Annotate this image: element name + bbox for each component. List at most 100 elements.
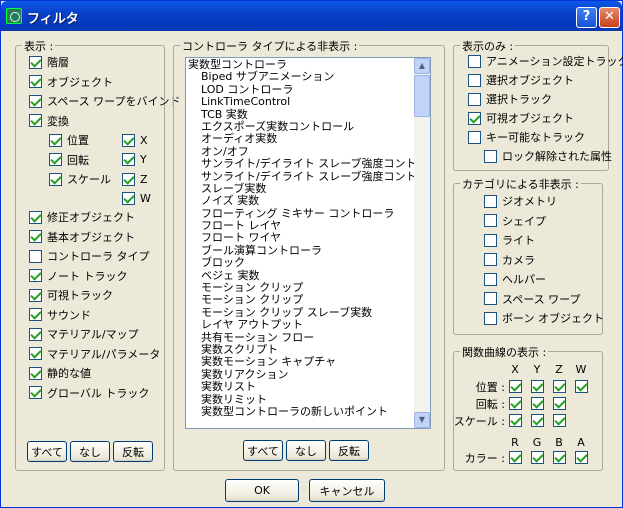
show-only-item-3[interactable]: 可視オブジェクト [468,110,574,126]
controller-list-item[interactable]: Biped サブアニメーション [186,70,415,83]
show-item2-7-checkbox[interactable] [29,347,42,360]
hide-invert-button[interactable]: 反転 [329,440,369,461]
controller-list-item[interactable]: 実数モーション キャプチャ [186,355,415,368]
scroll-thumb[interactable] [414,75,430,117]
fc-check-0-0[interactable] [509,380,522,393]
fc-check-2-0[interactable] [509,414,522,427]
fc-check-0-1[interactable] [531,380,544,393]
controller-list-item[interactable]: ノイズ 実数 [186,194,415,207]
show-none-button[interactable]: なし [70,441,110,462]
fc-check-2-2[interactable] [553,414,566,427]
category-item-1-checkbox[interactable] [484,214,497,227]
show-item2-2-checkbox[interactable] [29,249,42,263]
show-item-0-checkbox[interactable] [29,55,42,69]
show-only-item-0[interactable]: アニメーション設定トラック [468,53,623,69]
show-only-item-0-checkbox[interactable] [468,54,481,68]
show-item2-6-checkbox[interactable] [29,327,42,341]
category-item-4-checkbox[interactable] [484,272,497,286]
axis-w[interactable]: W [122,191,151,207]
axis-y[interactable]: Y [122,152,147,168]
show-all-button[interactable]: すべて [27,441,67,462]
help-button[interactable]: ? [576,7,597,28]
show-item-1[interactable]: オブジェクト [29,74,113,90]
scroll-down-button[interactable]: ▼ [414,412,430,428]
controller-list-item[interactable]: 実数リスト [186,380,415,393]
show-item2-5-checkbox[interactable] [29,308,42,321]
show-item2-4-checkbox[interactable] [29,288,42,302]
show-only-item-4-checkbox[interactable] [468,130,481,144]
axis-y-checkbox[interactable] [122,153,135,166]
category-item-5-checkbox[interactable] [484,292,497,305]
controller-list-item[interactable]: レイヤ アウトプット [186,318,415,331]
fc-color-check-0[interactable] [509,451,522,464]
show-item2-0[interactable]: 修正オブジェクト [29,209,135,225]
fc-check-0-2[interactable] [553,380,566,393]
category-item-1[interactable]: シェイプ [484,213,546,229]
show-item-2[interactable]: スペース ワープをバインド [29,93,181,109]
ok-button[interactable]: OK [225,479,299,502]
show-item-1-checkbox[interactable] [29,75,42,88]
category-item-0[interactable]: ジオメトリ [484,193,557,209]
transform-item-1[interactable]: 回転 [49,152,89,168]
show-only-item-3-checkbox[interactable] [468,111,481,125]
controller-list-item[interactable]: サンライト/デイライト スレーブ強度コントローラ [186,157,430,170]
transform-item-2[interactable]: スケール [49,171,111,187]
cancel-button[interactable]: キャンセル [309,479,385,502]
transform-item-2-checkbox[interactable] [49,172,62,186]
show-item2-0-checkbox[interactable] [29,210,42,224]
controller-list-item[interactable]: ブロック [186,256,415,269]
fc-check-0-3[interactable] [575,380,588,393]
transform-item-0-checkbox[interactable] [49,133,62,147]
axis-w-checkbox[interactable] [122,192,135,205]
fc-check-1-2[interactable] [553,397,566,410]
category-item-0-checkbox[interactable] [484,194,497,208]
show-item-2-checkbox[interactable] [29,94,42,108]
axis-z[interactable]: Z [122,171,148,187]
show-only-item-1[interactable]: 選択オブジェクト [468,72,574,88]
show-only-unlocked-attributes-checkbox[interactable] [484,149,497,163]
transform-item-0[interactable]: 位置 [49,132,89,148]
transform-item-1-checkbox[interactable] [49,153,62,166]
show-item2-9[interactable]: グローバル トラック [29,385,149,401]
controller-type-list[interactable]: 実数型コントローラ Biped サブアニメーション LOD コントローラ LinkTi… [185,57,431,429]
show-item2-8[interactable]: 静的な値 [29,365,91,381]
show-item2-3-checkbox[interactable] [29,269,42,282]
show-item2-1-checkbox[interactable] [29,230,42,243]
show-item-3[interactable]: 変換 [29,113,69,129]
show-only-item-4[interactable]: キー可能なトラック [468,129,585,145]
hide-all-button[interactable]: すべて [243,440,283,461]
show-item2-4[interactable]: 可視トラック [29,287,113,303]
show-item2-5[interactable]: サウンド [29,307,91,323]
show-item2-9-checkbox[interactable] [29,386,42,399]
fc-color-check-2[interactable] [553,451,566,464]
show-item2-8-checkbox[interactable] [29,366,42,380]
close-button[interactable] [599,7,620,28]
category-item-3-checkbox[interactable] [484,253,497,266]
fc-check-1-1[interactable] [531,397,544,410]
fc-check-1-0[interactable] [509,397,522,410]
fc-color-check-3[interactable] [575,451,588,464]
show-item2-2[interactable]: コントローラ タイプ [29,248,150,264]
show-item-3-checkbox[interactable] [29,114,42,127]
controller-list-item[interactable]: モーション クリップ [186,294,415,307]
show-item2-1[interactable]: 基本オブジェクト [29,229,135,245]
fc-check-2-1[interactable] [531,414,544,427]
category-item-2[interactable]: ライト [484,232,535,248]
axis-x-checkbox[interactable] [122,133,135,147]
controller-list-item[interactable]: オーディオ実数 [186,132,415,145]
show-invert-button[interactable]: 反転 [113,441,153,462]
controller-list-item[interactable]: LinkTimeControl [186,95,415,108]
show-item-0[interactable]: 階層 [29,54,69,70]
list-scrollbar[interactable]: ▲ ▼ [414,58,430,428]
hide-none-button[interactable]: なし [286,440,326,461]
category-item-5[interactable]: スペース ワープ [484,291,581,307]
show-item2-7[interactable]: マテリアル/パラメータ [29,346,160,362]
category-item-3[interactable]: カメラ [484,252,535,268]
show-item2-6[interactable]: マテリアル/マップ [29,326,139,342]
category-item-2-checkbox[interactable] [484,233,497,247]
scroll-up-button[interactable]: ▲ [414,58,430,74]
axis-x[interactable]: X [122,132,148,148]
show-item2-3[interactable]: ノート トラック [29,268,128,284]
show-only-item-1-checkbox[interactable] [468,73,481,87]
axis-z-checkbox[interactable] [122,172,135,186]
